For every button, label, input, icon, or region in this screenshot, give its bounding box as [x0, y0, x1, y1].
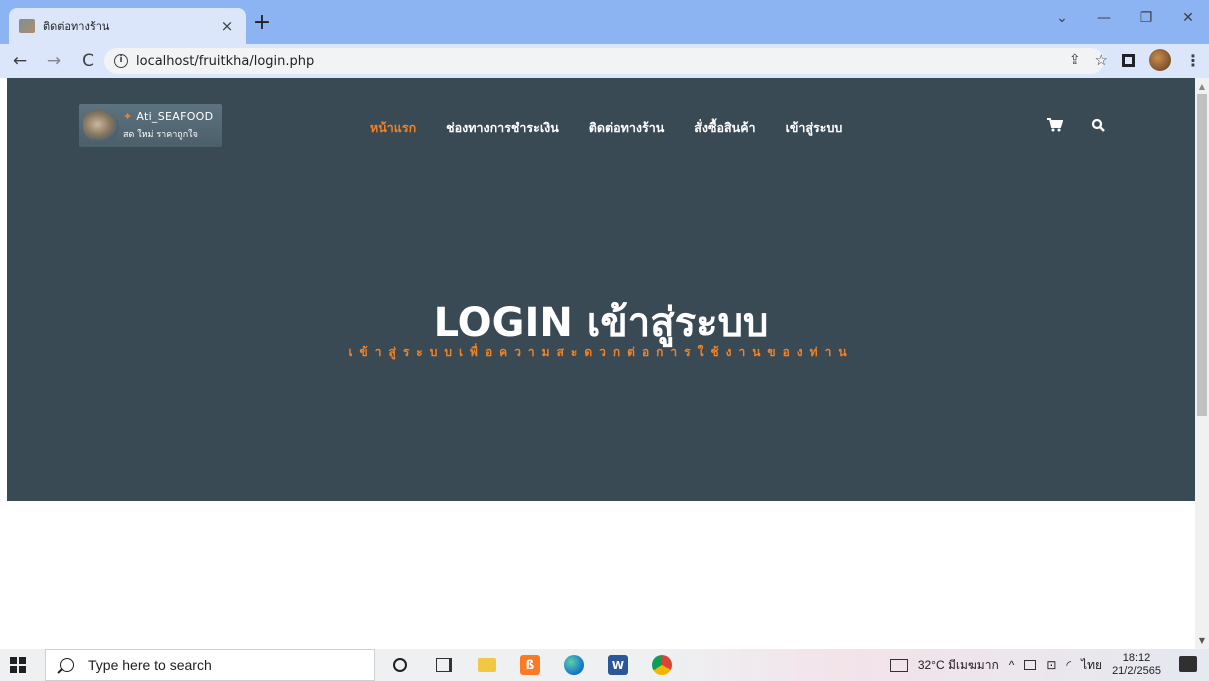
- task-view-icon[interactable]: [434, 655, 454, 675]
- address-bar[interactable]: i localhost/fruitkha/login.php: [104, 48, 1104, 74]
- magnifier-icon: [60, 658, 74, 672]
- language-indicator[interactable]: ไทย: [1081, 656, 1102, 675]
- system-tray: 32°C มีเมฆมาก ^ ⊡ ◜ ไทย 18:12 21/2/2565: [889, 649, 1161, 681]
- tab-search-icon[interactable]: ⌄: [1041, 0, 1083, 36]
- network-icon[interactable]: ⊡: [1046, 658, 1056, 672]
- seafood-logo-icon: [83, 110, 119, 142]
- logo-tagline: สด ใหม่ ราคาถูกใจ: [123, 130, 198, 140]
- cortana-icon[interactable]: [390, 655, 410, 675]
- nav-item-payment[interactable]: ช่องทางการชำระเงิน: [446, 118, 559, 138]
- close-icon[interactable]: ✕: [1167, 0, 1209, 36]
- menu-kebab-icon[interactable]: ⋮: [1185, 51, 1201, 70]
- taskbar-apps: ß W: [390, 655, 672, 675]
- page-scrollbar[interactable]: ▲ ▼: [1195, 78, 1209, 649]
- browser-toolbar: ← → C i localhost/fruitkha/login.php ⇪ ☆…: [0, 44, 1209, 78]
- scroll-thumb[interactable]: [1197, 94, 1207, 416]
- back-arrow-icon[interactable]: ←: [6, 47, 34, 75]
- word-icon[interactable]: W: [608, 655, 628, 675]
- browser-tab-active[interactable]: ติดต่อทางร้าน ×: [9, 8, 246, 44]
- toolbar-actions: ⇪ ☆ ⋮: [1069, 49, 1201, 71]
- page-subtitle: เข้าสู่ระบบเพื่อความสะดวกต่อการใช้งานของ…: [348, 345, 854, 359]
- site-info-icon[interactable]: i: [114, 54, 128, 68]
- windows-taskbar: Type here to search ß W 32°C มีเมฆมาก ^ …: [0, 649, 1209, 681]
- minimize-icon[interactable]: —: [1083, 0, 1125, 36]
- new-tab-button[interactable]: +: [250, 12, 274, 36]
- profile-avatar[interactable]: [1149, 49, 1171, 71]
- weather-icon[interactable]: [889, 658, 908, 672]
- search-icon[interactable]: [1091, 118, 1105, 132]
- browser-tabstrip: ติดต่อทางร้าน × + ⌄ — ❐ ✕: [0, 0, 1209, 44]
- battery-icon[interactable]: [1024, 660, 1037, 670]
- logo-brand: ✦ Ati_SEAFOOD: [123, 110, 214, 123]
- site-logo[interactable]: ✦ Ati_SEAFOOD สด ใหม่ ราคาถูกใจ: [79, 104, 222, 147]
- taskbar-clock[interactable]: 18:12 21/2/2565: [1112, 652, 1161, 678]
- taskbar-search-box[interactable]: Type here to search: [45, 649, 375, 681]
- url-text: localhost/fruitkha/login.php: [136, 53, 315, 69]
- weather-text[interactable]: 32°C มีเมฆมาก: [918, 656, 999, 675]
- tab-close-icon[interactable]: ×: [218, 17, 236, 35]
- file-explorer-icon[interactable]: [478, 658, 496, 672]
- notification-center-icon[interactable]: [1179, 656, 1197, 672]
- wifi-icon[interactable]: ◜: [1066, 658, 1071, 672]
- hero-section: ✦ Ati_SEAFOOD สด ใหม่ ราคาถูกใจ หน้าแรก …: [7, 78, 1195, 501]
- xampp-icon[interactable]: ß: [520, 655, 540, 675]
- edge-icon[interactable]: [564, 655, 584, 675]
- clock-date: 21/2/2565: [1112, 665, 1161, 677]
- cart-icon[interactable]: [1047, 118, 1063, 132]
- tray-chevron-up-icon[interactable]: ^: [1009, 658, 1015, 672]
- windows-start-icon[interactable]: [10, 657, 26, 673]
- window-controls: ⌄ — ❐ ✕: [1041, 0, 1209, 36]
- taskbar-search-placeholder: Type here to search: [88, 657, 212, 673]
- reload-icon[interactable]: C: [74, 47, 102, 75]
- nav-item-home[interactable]: หน้าแรก: [370, 118, 416, 138]
- scroll-up-arrow-icon[interactable]: ▲: [1195, 82, 1209, 91]
- chrome-icon[interactable]: [652, 655, 672, 675]
- tab-title: ติดต่อทางร้าน: [43, 20, 110, 33]
- tab-favicon-icon: [19, 19, 35, 33]
- forward-arrow-icon[interactable]: →: [40, 47, 68, 75]
- side-panel-icon[interactable]: [1122, 53, 1135, 67]
- bookmark-star-icon[interactable]: ☆: [1095, 51, 1108, 69]
- nav-item-contact[interactable]: ติดต่อทางร้าน: [589, 118, 665, 138]
- clock-time: 18:12: [1122, 652, 1151, 664]
- nav-item-login[interactable]: เข้าสู่ระบบ: [786, 118, 843, 138]
- nav-item-order[interactable]: สั่งซื้อสินค้า: [694, 118, 755, 138]
- main-nav: หน้าแรก ช่องทางการชำระเงิน ติดต่อทางร้าน…: [370, 118, 872, 138]
- scroll-down-arrow-icon[interactable]: ▼: [1195, 636, 1209, 645]
- share-icon[interactable]: ⇪: [1069, 52, 1081, 68]
- restore-icon[interactable]: ❐: [1125, 0, 1167, 36]
